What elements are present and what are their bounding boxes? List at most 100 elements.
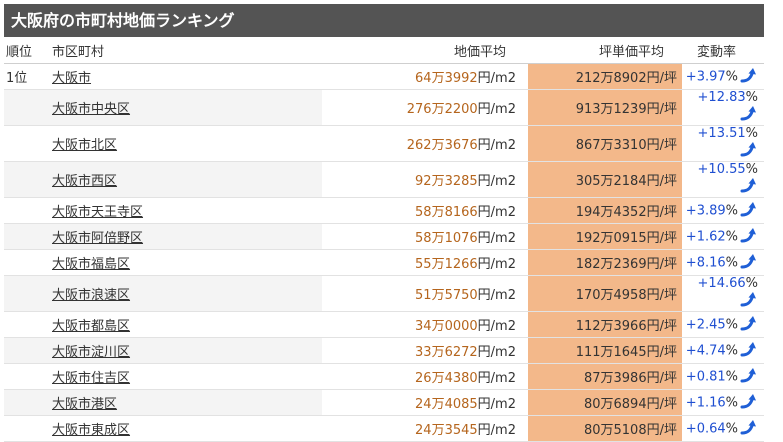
table-row: 大阪市北区 262万3676円/m2 867万3310円/坪 +13.51%: [4, 125, 764, 162]
city-cell: 大阪市: [46, 63, 322, 90]
trend-up-arrow-icon: [740, 105, 758, 125]
land-price-value: 64万3992: [415, 71, 478, 86]
land-price-value: 55万1266: [415, 257, 478, 272]
tsubo-price-value: 112万3966: [575, 319, 647, 334]
change-unit: %: [725, 343, 738, 358]
tsubo-price-value: 170万4958: [575, 288, 647, 303]
land-price-value: 58万8166: [415, 205, 478, 220]
tsubo-price-cell: 192万0915円/坪: [528, 223, 682, 250]
rank-cell: [4, 415, 46, 442]
tsubo-price-unit: 円/坪: [646, 231, 677, 246]
header-tsubo-price: 坪単価平均: [528, 37, 682, 64]
tsubo-price-cell: 305万2184円/坪: [528, 161, 682, 198]
tsubo-price-unit: 円/坪: [646, 174, 677, 189]
trend-up-arrow-icon: [740, 227, 758, 247]
table-body: 1位 大阪市 64万3992円/m2 212万8902円/坪 +3.97% 大阪…: [4, 63, 764, 442]
rank-cell: [4, 363, 46, 390]
change-value: +3.89: [685, 203, 726, 218]
trend-up-arrow-icon: [740, 177, 758, 197]
rank-text: 1位: [6, 71, 28, 86]
land-price-cell: 26万4380円/m2: [322, 363, 528, 390]
land-price-unit: 円/m2: [477, 423, 516, 438]
change-unit: %: [725, 317, 738, 332]
land-price-unit: 円/m2: [477, 288, 516, 303]
tsubo-price-value: 913万1239: [575, 102, 647, 117]
trend-up-arrow-icon: [740, 253, 758, 273]
change-value: +1.62: [685, 229, 726, 244]
change-cell: +1.62%: [682, 223, 764, 250]
city-cell: 大阪市東成区: [46, 415, 322, 442]
table-row: 大阪市阿倍野区 58万1076円/m2 192万0915円/坪 +1.62%: [4, 223, 764, 250]
city-link[interactable]: 大阪市淀川区: [52, 345, 130, 360]
tsubo-price-cell: 112万3966円/坪: [528, 311, 682, 338]
trend-up-arrow-icon: [740, 341, 758, 361]
change-cell: +0.81%: [682, 363, 764, 390]
tsubo-price-value: 867万3310: [575, 138, 647, 153]
land-price-unit: 円/m2: [477, 345, 516, 360]
trend-up-arrow-icon: [740, 419, 758, 439]
tsubo-price-value: 111万1645: [575, 345, 647, 360]
table-row: 大阪市住吉区 26万4380円/m2 87万3986円/坪 +0.81%: [4, 363, 764, 390]
ranking-table: 順位 市区町村 地価平均 坪単価平均 変動率 1位 大阪市 64万3992円/m…: [4, 37, 764, 442]
city-cell: 大阪市浪速区: [46, 275, 322, 312]
change-cell: +10.55%: [682, 161, 764, 198]
city-link[interactable]: 大阪市: [52, 71, 91, 86]
rank-cell: [4, 275, 46, 312]
city-link[interactable]: 大阪市中央区: [52, 102, 130, 117]
city-link[interactable]: 大阪市都島区: [52, 319, 130, 334]
land-price-unit: 円/m2: [477, 205, 516, 220]
change-unit: %: [745, 90, 758, 105]
land-price-value: 34万0000: [415, 319, 478, 334]
city-link[interactable]: 大阪市阿倍野区: [52, 231, 143, 246]
change-value: +14.66: [697, 276, 746, 291]
change-cell: +14.66%: [682, 275, 764, 312]
ranking-panel: 大阪府の市町村地価ランキング 順位 市区町村 地価平均 坪単価平均 変動率 1位…: [4, 4, 764, 442]
tsubo-price-value: 194万4352: [575, 205, 647, 220]
land-price-cell: 58万8166円/m2: [322, 197, 528, 224]
tsubo-price-value: 305万2184: [575, 174, 647, 189]
city-cell: 大阪市中央区: [46, 89, 322, 126]
tsubo-price-unit: 円/坪: [646, 371, 677, 386]
city-link[interactable]: 大阪市住吉区: [52, 371, 130, 386]
land-price-unit: 円/m2: [477, 371, 516, 386]
tsubo-price-value: 212万8902: [575, 71, 647, 86]
land-price-value: 26万4380: [415, 371, 478, 386]
change-value: +3.97: [685, 69, 726, 84]
change-unit: %: [745, 276, 758, 291]
city-cell: 大阪市福島区: [46, 249, 322, 276]
land-price-value: 51万5750: [415, 288, 478, 303]
tsubo-price-unit: 円/坪: [646, 257, 677, 272]
city-cell: 大阪市天王寺区: [46, 197, 322, 224]
table-row: 大阪市東成区 24万3545円/m2 80万5108円/坪 +0.64%: [4, 415, 764, 442]
land-price-cell: 92万3285円/m2: [322, 161, 528, 198]
tsubo-price-cell: 182万2369円/坪: [528, 249, 682, 276]
land-price-unit: 円/m2: [477, 231, 516, 246]
tsubo-price-unit: 円/坪: [646, 102, 677, 117]
tsubo-price-unit: 円/坪: [646, 205, 677, 220]
change-unit: %: [725, 229, 738, 244]
rank-cell: [4, 223, 46, 250]
tsubo-price-value: 192万0915: [575, 231, 647, 246]
trend-up-arrow-icon: [740, 67, 758, 87]
land-price-cell: 276万2200円/m2: [322, 89, 528, 126]
city-link[interactable]: 大阪市福島区: [52, 257, 130, 272]
table-row: 大阪市天王寺区 58万8166円/m2 194万4352円/坪 +3.89%: [4, 197, 764, 224]
land-price-unit: 円/m2: [477, 71, 516, 86]
city-link[interactable]: 大阪市港区: [52, 397, 117, 412]
city-link[interactable]: 大阪市天王寺区: [52, 205, 143, 220]
city-link[interactable]: 大阪市浪速区: [52, 288, 130, 303]
change-cell: +3.89%: [682, 197, 764, 224]
rank-cell: [4, 249, 46, 276]
tsubo-price-unit: 円/坪: [646, 423, 677, 438]
land-price-unit: 円/m2: [477, 319, 516, 334]
change-cell: +0.64%: [682, 415, 764, 442]
tsubo-price-cell: 170万4958円/坪: [528, 275, 682, 312]
table-row: 大阪市浪速区 51万5750円/m2 170万4958円/坪 +14.66%: [4, 275, 764, 312]
city-cell: 大阪市北区: [46, 125, 322, 162]
city-link[interactable]: 大阪市西区: [52, 174, 117, 189]
change-unit: %: [725, 203, 738, 218]
city-link[interactable]: 大阪市東成区: [52, 423, 130, 438]
change-unit: %: [725, 69, 738, 84]
city-link[interactable]: 大阪市北区: [52, 138, 117, 153]
tsubo-price-unit: 円/坪: [646, 345, 677, 360]
